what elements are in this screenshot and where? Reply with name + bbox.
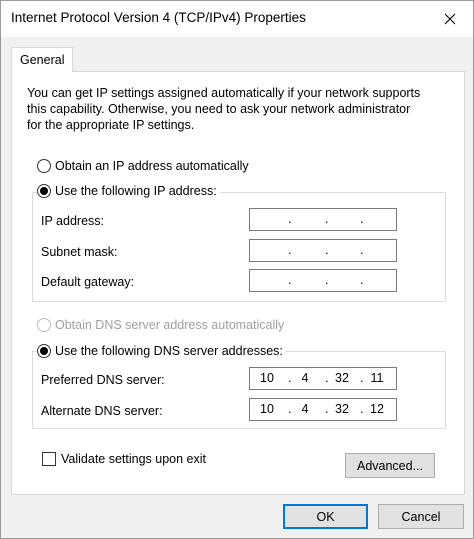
validate-settings-label: Validate settings upon exit (61, 452, 207, 466)
title-bar: Internet Protocol Version 4 (TCP/IPv4) P… (1, 1, 473, 37)
dns-manual-label: Use the following DNS server addresses: (55, 344, 283, 358)
alternate-dns-seg-3: 32 (335, 402, 349, 416)
alternate-dns-label: Alternate DNS server: (41, 404, 163, 418)
tab-general-label: General (20, 53, 65, 67)
alternate-dns-seg-2: 4 (301, 402, 309, 416)
ip-manual-radio-row[interactable]: Use the following IP address: (37, 184, 220, 198)
properties-dialog: Internet Protocol Version 4 (TCP/IPv4) P… (0, 0, 474, 539)
dns-auto-label: Obtain DNS server address automatically (55, 318, 285, 332)
dns-auto-radio[interactable] (37, 318, 51, 332)
general-panel: You can get IP settings assigned automat… (11, 71, 465, 495)
ip-address-input[interactable]: . . . (249, 208, 397, 231)
alternate-dns-input[interactable]: 10 . 4 . 32 . 12 (249, 398, 397, 421)
preferred-dns-label: Preferred DNS server: (41, 373, 165, 387)
tab-general[interactable]: General (11, 47, 73, 72)
validate-settings-row[interactable]: Validate settings upon exit (42, 452, 206, 466)
ip-manual-radio[interactable] (37, 184, 51, 198)
alternate-dns-seg-1: 10 (260, 402, 274, 416)
ip-manual-label: Use the following IP address: (55, 184, 217, 198)
dns-manual-radio[interactable] (37, 344, 51, 358)
advanced-button[interactable]: Advanced... (345, 453, 435, 478)
preferred-dns-seg-4: 11 (370, 371, 384, 385)
close-button[interactable] (427, 1, 473, 37)
default-gateway-label: Default gateway: (41, 275, 135, 289)
window-title: Internet Protocol Version 4 (TCP/IPv4) P… (11, 10, 306, 25)
preferred-dns-seg-1: 10 (260, 371, 274, 385)
ip-address-label: IP address: (41, 214, 105, 228)
ip-auto-radio[interactable] (37, 159, 51, 173)
default-gateway-input[interactable]: . . . (249, 269, 397, 292)
cancel-button[interactable]: Cancel (378, 504, 464, 529)
close-icon (444, 13, 456, 25)
preferred-dns-seg-2: 4 (301, 371, 309, 385)
validate-settings-checkbox[interactable] (42, 452, 56, 466)
ip-auto-label: Obtain an IP address automatically (55, 159, 249, 173)
ip-auto-radio-row[interactable]: Obtain an IP address automatically (37, 159, 252, 173)
description-line-3: for the appropriate IP settings. (27, 118, 195, 132)
subnet-mask-label: Subnet mask: (41, 245, 118, 259)
description-line-2: this capability. Otherwise, you need to … (27, 102, 411, 116)
dns-manual-radio-row[interactable]: Use the following DNS server addresses: (37, 344, 286, 358)
preferred-dns-input[interactable]: 10 . 4 . 32 . 11 (249, 367, 397, 390)
dns-auto-radio-row[interactable]: Obtain DNS server address automatically (37, 318, 288, 332)
ok-button[interactable]: OK (283, 504, 368, 529)
subnet-mask-input[interactable]: . . . (249, 239, 397, 262)
preferred-dns-seg-3: 32 (335, 371, 349, 385)
alternate-dns-seg-4: 12 (370, 402, 384, 416)
description-line-1: You can get IP settings assigned automat… (27, 86, 421, 100)
description-text: You can get IP settings assigned automat… (27, 85, 447, 133)
